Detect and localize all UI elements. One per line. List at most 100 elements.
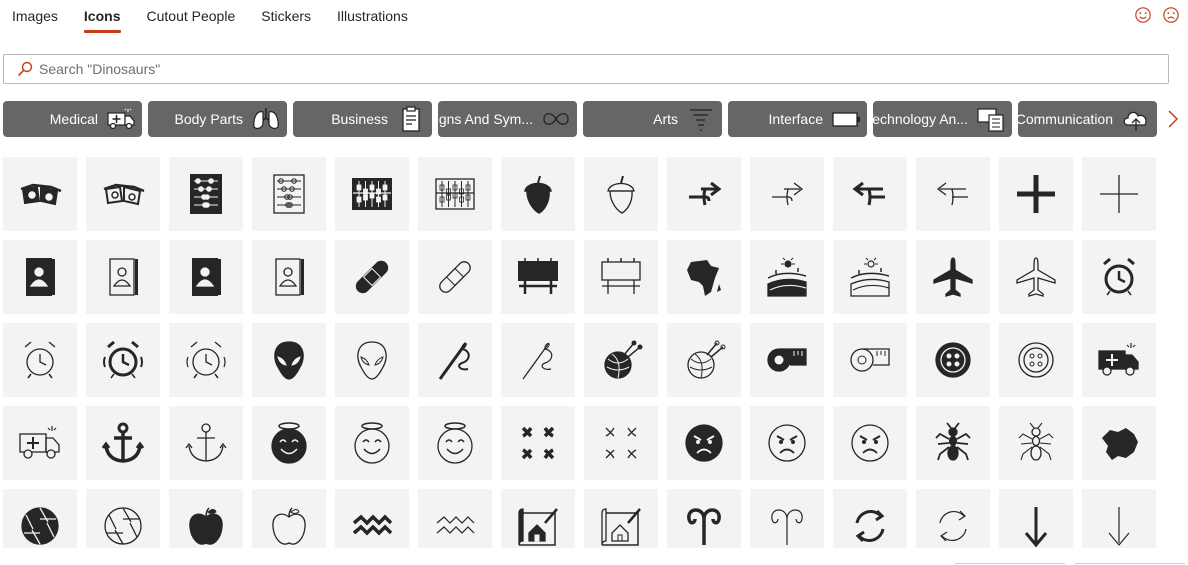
category-medical[interactable]: Medical (3, 101, 142, 137)
icon-tile[interactable] (252, 406, 326, 480)
icon-tile[interactable] (501, 240, 575, 314)
category-label: Business (331, 111, 388, 127)
arrow-right-turn-outline-icon (772, 182, 804, 206)
icon-tile[interactable] (335, 323, 409, 397)
icon-tile[interactable] (252, 157, 326, 231)
icon-tile[interactable] (667, 323, 741, 397)
cloud-upload-icon (1123, 111, 1147, 131)
icon-tile[interactable] (169, 323, 243, 397)
frown-icon[interactable] (1162, 6, 1180, 24)
icon-tile[interactable] (169, 240, 243, 314)
address-book-filled-icon (26, 258, 55, 296)
search-box[interactable] (3, 54, 1169, 84)
farm-landscape-outline-icon (850, 257, 890, 297)
tab-images[interactable]: Images (12, 0, 58, 24)
icon-tile[interactable] (584, 240, 658, 314)
icon-tile[interactable] (916, 157, 990, 231)
icon-tile[interactable] (916, 323, 990, 397)
tab-cutout-people[interactable]: Cutout People (147, 0, 236, 24)
icon-tile[interactable] (501, 323, 575, 397)
icon-tile[interactable] (833, 406, 907, 480)
button-filled-icon (935, 342, 971, 378)
icon-tile[interactable] (169, 157, 243, 231)
icon-tile[interactable] (916, 240, 990, 314)
category-label: Arts (653, 111, 678, 127)
ambulance-filled-icon (1098, 343, 1139, 376)
lungs-icon (253, 108, 279, 130)
category-label: Interface (768, 111, 823, 127)
bottom-divider (955, 563, 1065, 564)
icon-tile[interactable] (86, 157, 160, 231)
billboard-filled-icon (518, 258, 558, 294)
icon-tile[interactable] (750, 240, 824, 314)
icon-tile[interactable] (584, 323, 658, 397)
icon-tile[interactable] (667, 240, 741, 314)
icon-tile[interactable] (833, 157, 907, 231)
category-label: Technology An... (873, 111, 968, 127)
icon-tile[interactable] (418, 157, 492, 231)
icon-tile[interactable] (833, 240, 907, 314)
icon-tile[interactable] (3, 323, 77, 397)
icon-tile[interactable] (667, 406, 741, 480)
icon-tile[interactable] (833, 323, 907, 397)
bottom-divider (1075, 563, 1185, 564)
smile-icon[interactable] (1134, 6, 1152, 24)
category-technology[interactable]: Technology An... (873, 101, 1012, 137)
icon-tile[interactable] (86, 323, 160, 397)
alarm-ringing-filled-icon (103, 340, 143, 379)
icon-tile[interactable] (501, 157, 575, 231)
icon-tile[interactable] (750, 157, 824, 231)
icon-tile[interactable] (501, 406, 575, 480)
icon-tile[interactable] (999, 157, 1073, 231)
icon-tile[interactable] (999, 240, 1073, 314)
icon-tile[interactable] (3, 406, 77, 480)
arrow-left-turn-filled-icon (852, 181, 885, 206)
icon-tile[interactable] (418, 240, 492, 314)
icon-tile[interactable] (86, 406, 160, 480)
category-interface[interactable]: Interface (728, 101, 867, 137)
angry-face-filled-icon (685, 424, 723, 462)
category-signs-and-symbols[interactable]: Signs And Sym... (438, 101, 577, 137)
icon-tile[interactable] (999, 323, 1073, 397)
icon-tile[interactable] (1082, 406, 1156, 480)
tornado-icon (690, 109, 712, 131)
tab-stickers[interactable]: Stickers (261, 0, 311, 24)
icon-tile[interactable] (1082, 323, 1156, 397)
angel-face-outline-icon (437, 422, 473, 464)
category-arts[interactable]: Arts (583, 101, 722, 137)
icon-tile[interactable] (1082, 157, 1156, 231)
acorn-filled-icon (524, 175, 552, 214)
icon-tile[interactable] (750, 406, 824, 480)
architect-drawing-filled-icon (518, 508, 558, 546)
apple-outline-icon (272, 507, 306, 545)
icon-tile[interactable] (418, 323, 492, 397)
category-communication[interactable]: Communication (1018, 101, 1157, 137)
icon-tile[interactable] (335, 240, 409, 314)
icon-tile[interactable] (1082, 240, 1156, 314)
search-input[interactable] (39, 61, 1168, 77)
icon-tile[interactable] (3, 157, 77, 231)
icon-tile[interactable] (999, 406, 1073, 480)
icon-tile[interactable] (335, 157, 409, 231)
icon-tile[interactable] (169, 406, 243, 480)
category-body-parts[interactable]: Body Parts (148, 101, 287, 137)
architect-drawing-outline-icon (601, 508, 641, 546)
icon-tile[interactable] (667, 157, 741, 231)
tab-illustrations[interactable]: Illustrations (337, 0, 408, 24)
icon-tile[interactable] (252, 323, 326, 397)
icon-tile[interactable] (335, 406, 409, 480)
tab-icons[interactable]: Icons (83, 0, 121, 33)
icon-tile[interactable] (418, 406, 492, 480)
icon-tile[interactable] (916, 406, 990, 480)
icon-tile[interactable] (86, 240, 160, 314)
icon-tile[interactable] (252, 240, 326, 314)
measuring-tape-filled-icon (767, 348, 807, 372)
icon-tile[interactable] (584, 406, 658, 480)
abacus-outline-icon (435, 178, 475, 210)
icon-tile[interactable] (584, 157, 658, 231)
icon-tile[interactable] (3, 240, 77, 314)
category-business[interactable]: Business (293, 101, 432, 137)
icon-tile[interactable] (750, 323, 824, 397)
chevron-right-icon[interactable] (1165, 108, 1181, 130)
arrow-left-turn-outline-icon (936, 182, 968, 206)
